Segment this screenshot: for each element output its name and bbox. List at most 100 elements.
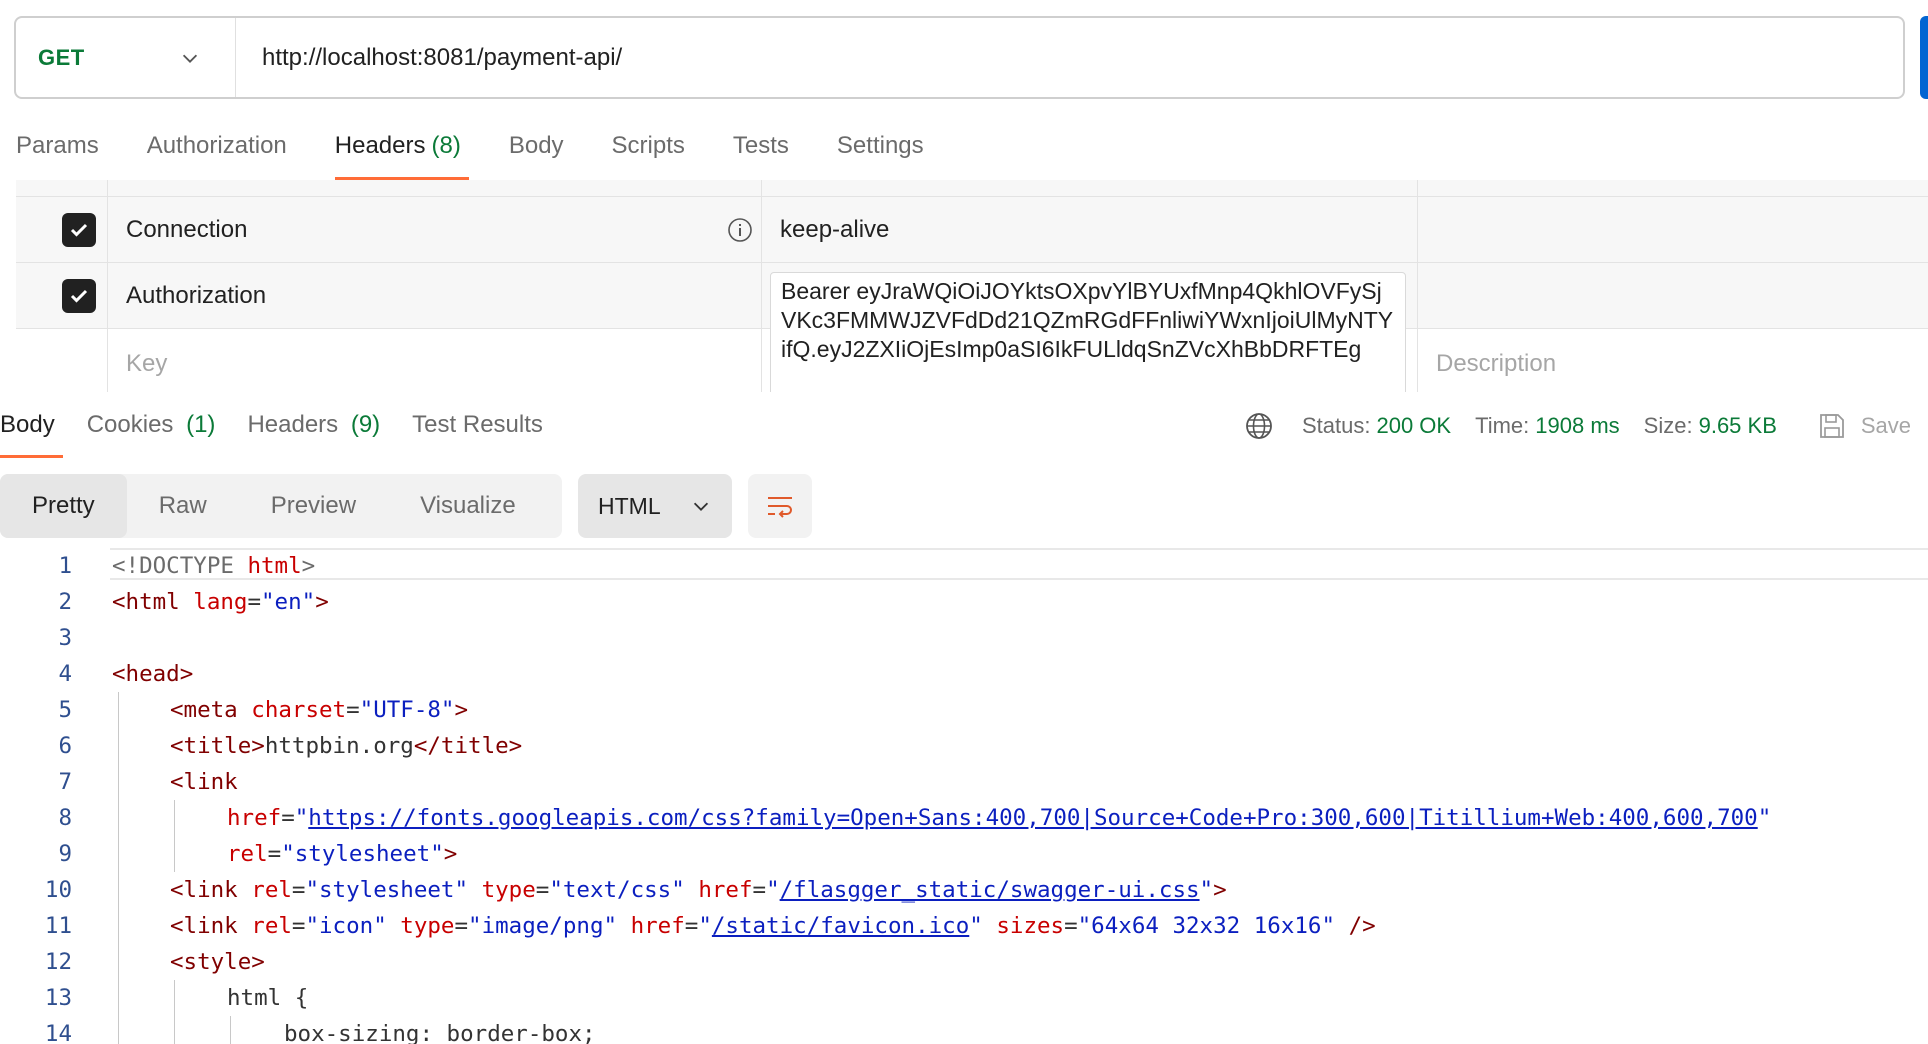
code-token: type [400,913,455,939]
method-label: GET [38,44,85,70]
time-indicator[interactable]: Time: 1908 ms [1475,413,1620,439]
code-token: type [481,877,536,903]
code-token: sizes [996,913,1065,939]
info-icon[interactable] [727,217,753,243]
tab-label: Authorization [146,132,287,159]
tab-authorization[interactable]: Authorization [147,124,287,180]
key-cell[interactable]: Key [108,329,762,392]
tab-response-body[interactable]: Body [0,396,63,458]
time-value: 1908 ms [1535,413,1620,438]
check-cell [16,263,108,328]
indent-guide [174,980,175,1044]
line-number: 6 [58,733,72,759]
header-checkbox[interactable] [62,278,96,313]
mode-visualize[interactable]: Visualize [388,474,548,538]
size-label: Size: [1643,413,1693,438]
line-number: 11 [44,913,72,939]
table-row: Connection keep-alive [16,196,1928,262]
line-number: 1 [58,553,72,579]
code-token: html { [227,985,309,1011]
response-code-editor[interactable]: 1 <!DOCTYPE html> 2 <html lang="en"> 3 4 <h… [0,548,1928,1044]
tab-params[interactable]: Params [16,124,99,180]
status-indicator[interactable]: Status: 200 OK [1302,413,1451,439]
method-select[interactable]: GET [16,18,236,97]
description-cell[interactable] [1418,197,1928,262]
tab-label: Params [16,132,99,159]
chevron-down-icon [182,54,198,63]
code-token: "stylesheet" [305,877,469,903]
line-number: 5 [58,697,72,723]
tab-body[interactable]: Body [509,124,564,180]
table-row [16,180,1928,196]
tab-label: Cookies [86,411,174,438]
description-cell[interactable]: Description [1418,329,1928,392]
tab-tests[interactable]: Tests [733,124,789,180]
mode-preview[interactable]: Preview [239,474,388,538]
mode-pretty[interactable]: Pretty [0,474,127,538]
value-cell[interactable]: keep-alive [762,197,1418,262]
code-token: html [247,553,302,579]
tab-cookies[interactable]: Cookies (1) [87,396,216,458]
code-token: <link [170,769,238,795]
check-cell [16,329,108,392]
code-link[interactable]: https://fonts.googleapis.com/css?family=… [308,805,1757,831]
tab-label: Settings [836,132,924,159]
status-value: 200 OK [1376,413,1452,438]
indent-guide [174,800,175,872]
chevron-down-icon [693,502,709,511]
line-number: 8 [58,805,72,831]
status-label: Status: [1302,413,1371,438]
tab-scripts[interactable]: Scripts [612,124,685,180]
key-cell[interactable]: Authorization [108,263,762,328]
mode-raw[interactable]: Raw [127,474,239,538]
code-token: <html [112,589,180,615]
code-token: charset [251,697,347,723]
check-cell [16,180,108,196]
code-token: "image/png" [468,913,618,939]
key-placeholder: Key [126,349,168,377]
globe-icon[interactable] [1244,411,1274,441]
active-line-highlight [110,548,1928,580]
indent-guide [118,692,119,1044]
size-indicator[interactable]: Size: 9.65 KB [1644,413,1777,439]
tab-label: Headers [334,132,426,159]
send-button[interactable] [1920,16,1928,99]
code-token: href [227,805,282,831]
line-number: 10 [44,877,72,903]
header-checkbox[interactable] [62,212,96,247]
tab-test-results[interactable]: Test Results [412,396,543,458]
line-number: 12 [44,949,72,975]
code-token: <link [170,877,238,903]
line-number: 7 [58,769,72,795]
code-link[interactable]: /static/favicon.ico [712,913,969,939]
code-token: "64x64 32x32 16x16" [1077,913,1336,939]
key-cell[interactable]: Connection [108,197,762,262]
check-cell [16,197,108,262]
check-icon [70,289,88,303]
url-input[interactable]: http://localhost:8081/payment-api/ [236,44,622,72]
authorization-value-editor[interactable]: Bearer eyJraWQiOiJOYktsOXpvYlBYUxfMnp4Qk… [770,272,1406,392]
view-mode-toolbar: Pretty Raw Preview Visualize HTML [0,474,812,538]
code-link[interactable]: /flasgger_static/swagger-ui.css [780,877,1200,903]
code-token: rel [251,913,292,939]
format-label: HTML [598,492,661,519]
value-cell [762,180,1418,196]
code-token: <meta [170,697,238,723]
tab-label: Scripts [611,132,685,159]
format-select[interactable]: HTML [578,474,732,538]
tab-response-headers[interactable]: Headers (9) [247,396,380,458]
code-token: <style> [170,949,265,975]
line-number: 9 [58,841,72,867]
code-token: > [301,553,316,579]
line-number: 13 [44,985,72,1011]
description-cell [1418,180,1928,196]
code-token: <title> [170,733,265,759]
save-response-button[interactable]: Save [1817,411,1911,441]
tab-headers[interactable]: Headers (8) [334,124,469,180]
code-token: "text/css" [549,877,685,903]
description-cell[interactable] [1418,263,1928,328]
code-token: <head> [112,661,194,687]
wrap-lines-button[interactable] [748,474,812,538]
tab-settings[interactable]: Settings [837,124,924,180]
header-value: keep-alive [780,215,890,243]
